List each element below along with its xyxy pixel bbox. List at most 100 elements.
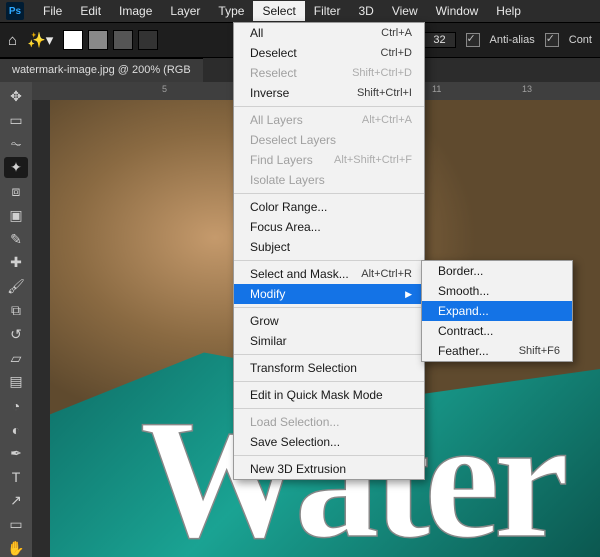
menuitem-shortcut: Shift+Ctrl+D [352, 67, 412, 79]
tool-stamp[interactable]: ⧉ [4, 300, 28, 321]
tool-rect[interactable]: ▭ [4, 514, 28, 535]
tool-eyedrop[interactable]: ✎ [4, 229, 28, 250]
tool-pen[interactable]: ✒ [4, 443, 28, 464]
menuitem-label: Similar [250, 334, 287, 348]
menuitem-all-layers: All Layers Alt+Ctrl+A [234, 110, 424, 130]
tool-patch[interactable]: ✚ [4, 253, 28, 274]
menuitem-deselect-layers: Deselect Layers [234, 130, 424, 150]
menu-file[interactable]: File [34, 1, 71, 21]
menuitem-label: Inverse [250, 86, 289, 100]
tool-magic-wand[interactable]: ✦ [4, 157, 28, 178]
menu-separator [234, 408, 424, 409]
tool-gradient[interactable]: ▤ [4, 372, 28, 393]
swatch-1[interactable] [63, 30, 83, 50]
tool-frame[interactable]: ▣ [4, 205, 28, 226]
menu-type[interactable]: Type [209, 1, 253, 21]
menu-select[interactable]: Select [253, 1, 304, 21]
tool-blur[interactable]: ◔ [4, 395, 28, 416]
menuitem-label: Reselect [250, 66, 297, 80]
submenuitem-feather[interactable]: Feather...Shift+F6 [422, 341, 572, 361]
menuitem-shortcut: Shift+Ctrl+I [357, 87, 412, 99]
menuitem-subject[interactable]: Subject [234, 237, 424, 257]
tool-marquee[interactable]: ▭ [4, 110, 28, 131]
tool-move[interactable]: ✥ [4, 86, 28, 107]
menubar: Ps FileEditImageLayerTypeSelectFilter3DV… [0, 0, 600, 22]
menuitem-isolate-layers: Isolate Layers [234, 170, 424, 190]
menuitem-label: Transform Selection [250, 361, 357, 375]
tool-dodge[interactable]: ◐ [4, 419, 28, 440]
select-menu-dropdown: AllCtrl+ADeselectCtrl+D Reselect Shift+Ctr… [233, 22, 425, 480]
antialias-checkbox[interactable] [466, 33, 480, 47]
menuitem-shortcut: Alt+Ctrl+R [361, 268, 412, 280]
menu-3d[interactable]: 3D [349, 1, 382, 21]
menu-window[interactable]: Window [427, 1, 488, 21]
submenu-arrow-icon: ▶ [405, 289, 412, 300]
menu-image[interactable]: Image [110, 1, 161, 21]
menuitem-save-selection[interactable]: Save Selection... [234, 432, 424, 452]
contiguous-checkbox[interactable] [545, 33, 559, 47]
menuitem-focus-area[interactable]: Focus Area... [234, 217, 424, 237]
menuitem-shortcut: Ctrl+D [381, 47, 412, 59]
menuitem-color-range[interactable]: Color Range... [234, 197, 424, 217]
menu-edit[interactable]: Edit [71, 1, 110, 21]
menuitem-label: Subject [250, 240, 290, 254]
document-tab[interactable]: watermark-image.jpg @ 200% (RGB [0, 58, 203, 82]
tool-lasso[interactable]: ⏦ [4, 134, 28, 155]
menu-separator [234, 354, 424, 355]
menuitem-inverse[interactable]: Inverse Shift+Ctrl+I [234, 83, 424, 103]
menuitem-label: Load Selection... [250, 415, 339, 429]
menuitem-select-and-mask[interactable]: Select and Mask...Alt+Ctrl+R [234, 264, 424, 284]
menu-filter[interactable]: Filter [305, 1, 350, 21]
submenuitem-label: Border... [438, 264, 483, 278]
tool-hand[interactable]: ✋ [4, 538, 28, 557]
menuitem-transform-selection[interactable]: Transform Selection [234, 358, 424, 378]
tool-preset-icon[interactable]: ✨▾ [27, 31, 53, 49]
swatch-3[interactable] [113, 30, 133, 50]
tool-brush[interactable]: 🖌 [4, 276, 28, 297]
menuitem-shortcut: Alt+Shift+Ctrl+F [334, 154, 412, 166]
menuitem-new-3d-extrusion[interactable]: New 3D Extrusion [234, 459, 424, 479]
submenuitem-contract[interactable]: Contract... [422, 321, 572, 341]
submenuitem-border[interactable]: Border... [422, 261, 572, 281]
menuitem-label: Grow [250, 314, 279, 328]
menuitem-deselect[interactable]: DeselectCtrl+D [234, 43, 424, 63]
menuitem-shortcut: Alt+Ctrl+A [362, 114, 412, 126]
swatch-4[interactable] [138, 30, 158, 50]
tool-path[interactable]: ↗ [4, 491, 28, 512]
menuitem-label: New 3D Extrusion [250, 462, 346, 476]
submenuitem-label: Smooth... [438, 284, 489, 298]
submenuitem-expand[interactable]: Expand... [422, 301, 572, 321]
submenuitem-label: Feather... [438, 344, 489, 358]
contiguous-label: Cont [569, 34, 592, 46]
antialias-label: Anti-alias [490, 34, 535, 46]
menu-view[interactable]: View [383, 1, 427, 21]
menu-separator [234, 260, 424, 261]
menuitem-all[interactable]: AllCtrl+A [234, 23, 424, 43]
menu-separator [234, 193, 424, 194]
menuitem-edit-in-quick-mask-mode[interactable]: Edit in Quick Mask Mode [234, 385, 424, 405]
tool-type[interactable]: T [4, 467, 28, 488]
menuitem-modify[interactable]: Modify ▶ [234, 284, 424, 304]
tolerance-input[interactable] [424, 32, 456, 48]
menuitem-label: All Layers [250, 113, 303, 127]
ruler-tick: 13 [522, 84, 532, 94]
home-icon[interactable]: ⌂ [8, 32, 17, 49]
tool-history[interactable]: ↺ [4, 324, 28, 345]
menuitem-grow[interactable]: Grow [234, 311, 424, 331]
tool-crop[interactable]: ⧈ [4, 181, 28, 202]
tool-eraser[interactable]: ▱ [4, 348, 28, 369]
menuitem-label: Deselect Layers [250, 133, 336, 147]
menuitem-label: Edit in Quick Mask Mode [250, 388, 383, 402]
submenuitem-smooth[interactable]: Smooth... [422, 281, 572, 301]
menuitem-reselect: Reselect Shift+Ctrl+D [234, 63, 424, 83]
menu-layer[interactable]: Layer [161, 1, 209, 21]
swatch-group [63, 30, 158, 50]
menuitem-label: Modify [250, 287, 285, 301]
menuitem-similar[interactable]: Similar [234, 331, 424, 351]
menuitem-label: All [250, 26, 263, 40]
menu-separator [234, 455, 424, 456]
menu-separator [234, 381, 424, 382]
swatch-2[interactable] [88, 30, 108, 50]
menuitem-load-selection: Load Selection... [234, 412, 424, 432]
menu-help[interactable]: Help [487, 1, 530, 21]
